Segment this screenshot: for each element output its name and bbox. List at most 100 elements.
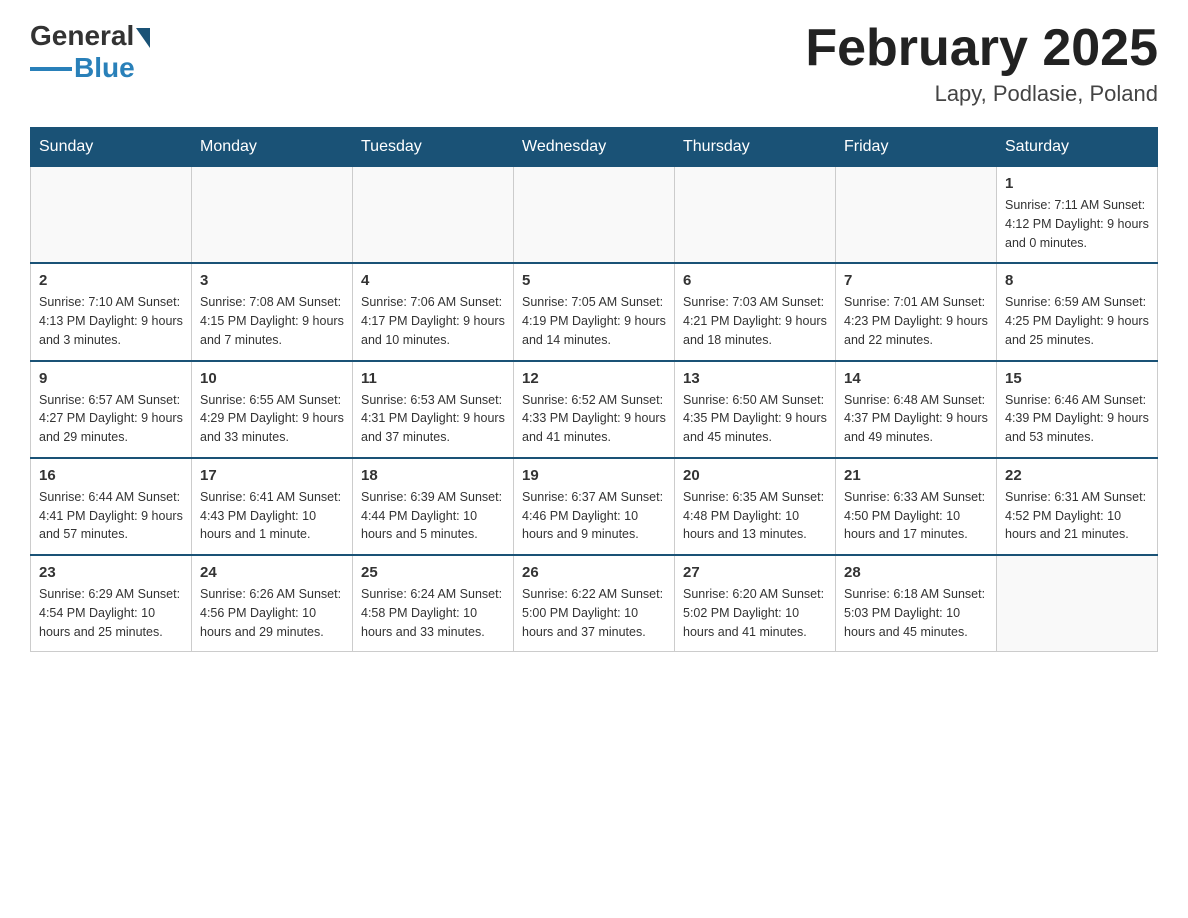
calendar-cell: 22 Sunrise: 6:31 AM Sunset: 4:52 PM Dayli… <box>997 458 1158 555</box>
calendar-cell: 28 Sunrise: 6:18 AM Sunset: 5:03 PM Dayli… <box>836 555 997 652</box>
day-info: Sunrise: 7:10 AM Sunset: 4:13 PM Dayligh… <box>39 293 183 349</box>
calendar-cell: 12 Sunrise: 6:52 AM Sunset: 4:33 PM Dayli… <box>514 361 675 458</box>
weekday-header-saturday: Saturday <box>997 128 1158 167</box>
calendar-cell: 16Sunrise: 6:44 AM Sunset: 4:41 PM Dayli… <box>31 458 192 555</box>
calendar-cell: 1Sunrise: 7:11 AM Sunset: 4:12 PM Daylig… <box>997 167 1158 264</box>
day-info: Sunrise: 6:57 AM Sunset: 4:27 PM Dayligh… <box>39 391 183 447</box>
day-info: Sunrise: 6:20 AM Sunset: 5:02 PM Dayligh… <box>683 585 827 641</box>
calendar-cell: 9 Sunrise: 6:57 AM Sunset: 4:27 PM Daylig… <box>31 361 192 458</box>
calendar-cell: 17 Sunrise: 6:41 AM Sunset: 4:43 PM Dayli… <box>192 458 353 555</box>
day-number: 10 <box>200 370 344 387</box>
calendar-cell: 19 Sunrise: 6:37 AM Sunset: 4:46 PM Dayli… <box>514 458 675 555</box>
calendar-cell: 3 Sunrise: 7:08 AM Sunset: 4:15 PM Daylig… <box>192 263 353 360</box>
calendar-cell <box>31 167 192 264</box>
day-number: 17 <box>200 467 344 484</box>
logo: General Blue <box>30 20 150 84</box>
day-number: 23 <box>39 564 183 581</box>
calendar-cell <box>997 555 1158 652</box>
calendar-cell: 18 Sunrise: 6:39 AM Sunset: 4:44 PM Dayli… <box>353 458 514 555</box>
month-title: February 2025 <box>805 20 1158 77</box>
day-number: 21 <box>844 467 988 484</box>
calendar-table: SundayMondayTuesdayWednesdayThursdayFrid… <box>30 127 1158 652</box>
day-info: Sunrise: 7:08 AM Sunset: 4:15 PM Dayligh… <box>200 293 344 349</box>
day-info: Sunrise: 6:31 AM Sunset: 4:52 PM Dayligh… <box>1005 488 1149 544</box>
title-block: February 2025 Lapy, Podlasie, Poland <box>805 20 1158 107</box>
day-info: Sunrise: 6:35 AM Sunset: 4:48 PM Dayligh… <box>683 488 827 544</box>
logo-arrow-icon <box>136 28 150 48</box>
calendar-cell: 13 Sunrise: 6:50 AM Sunset: 4:35 PM Dayli… <box>675 361 836 458</box>
day-number: 18 <box>361 467 505 484</box>
calendar-cell <box>836 167 997 264</box>
weekday-header-row: SundayMondayTuesdayWednesdayThursdayFrid… <box>31 128 1158 167</box>
calendar-cell: 27 Sunrise: 6:20 AM Sunset: 5:02 PM Dayli… <box>675 555 836 652</box>
calendar-cell: 5Sunrise: 7:05 AM Sunset: 4:19 PM Daylig… <box>514 263 675 360</box>
day-info: Sunrise: 6:55 AM Sunset: 4:29 PM Dayligh… <box>200 391 344 447</box>
calendar-cell: 4 Sunrise: 7:06 AM Sunset: 4:17 PM Daylig… <box>353 263 514 360</box>
calendar-week-row: 16Sunrise: 6:44 AM Sunset: 4:41 PM Dayli… <box>31 458 1158 555</box>
calendar-cell <box>353 167 514 264</box>
day-info: Sunrise: 7:03 AM Sunset: 4:21 PM Dayligh… <box>683 293 827 349</box>
day-number: 22 <box>1005 467 1149 484</box>
weekday-header-friday: Friday <box>836 128 997 167</box>
day-info: Sunrise: 6:37 AM Sunset: 4:46 PM Dayligh… <box>522 488 666 544</box>
day-info: Sunrise: 6:26 AM Sunset: 4:56 PM Dayligh… <box>200 585 344 641</box>
calendar-cell: 26Sunrise: 6:22 AM Sunset: 5:00 PM Dayli… <box>514 555 675 652</box>
day-info: Sunrise: 7:06 AM Sunset: 4:17 PM Dayligh… <box>361 293 505 349</box>
day-number: 15 <box>1005 370 1149 387</box>
logo-general-text: General <box>30 20 134 52</box>
location-subtitle: Lapy, Podlasie, Poland <box>805 81 1158 107</box>
page-header: General Blue February 2025 Lapy, Podlasi… <box>30 20 1158 107</box>
day-number: 19 <box>522 467 666 484</box>
day-info: Sunrise: 6:46 AM Sunset: 4:39 PM Dayligh… <box>1005 391 1149 447</box>
day-info: Sunrise: 6:59 AM Sunset: 4:25 PM Dayligh… <box>1005 293 1149 349</box>
calendar-week-row: 2 Sunrise: 7:10 AM Sunset: 4:13 PM Daylig… <box>31 263 1158 360</box>
day-info: Sunrise: 6:18 AM Sunset: 5:03 PM Dayligh… <box>844 585 988 641</box>
weekday-header-thursday: Thursday <box>675 128 836 167</box>
weekday-header-wednesday: Wednesday <box>514 128 675 167</box>
calendar-cell: 20 Sunrise: 6:35 AM Sunset: 4:48 PM Dayli… <box>675 458 836 555</box>
calendar-cell: 24 Sunrise: 6:26 AM Sunset: 4:56 PM Dayli… <box>192 555 353 652</box>
calendar-cell <box>675 167 836 264</box>
day-info: Sunrise: 6:33 AM Sunset: 4:50 PM Dayligh… <box>844 488 988 544</box>
day-number: 14 <box>844 370 988 387</box>
day-number: 3 <box>200 272 344 289</box>
calendar-cell: 15 Sunrise: 6:46 AM Sunset: 4:39 PM Dayli… <box>997 361 1158 458</box>
weekday-header-tuesday: Tuesday <box>353 128 514 167</box>
calendar-cell <box>514 167 675 264</box>
day-number: 20 <box>683 467 827 484</box>
day-info: Sunrise: 6:50 AM Sunset: 4:35 PM Dayligh… <box>683 391 827 447</box>
day-number: 25 <box>361 564 505 581</box>
weekday-header-sunday: Sunday <box>31 128 192 167</box>
calendar-week-row: 23 Sunrise: 6:29 AM Sunset: 4:54 PM Dayli… <box>31 555 1158 652</box>
day-number: 12 <box>522 370 666 387</box>
day-number: 8 <box>1005 272 1149 289</box>
day-number: 13 <box>683 370 827 387</box>
calendar-week-row: 1Sunrise: 7:11 AM Sunset: 4:12 PM Daylig… <box>31 167 1158 264</box>
day-info: Sunrise: 6:48 AM Sunset: 4:37 PM Dayligh… <box>844 391 988 447</box>
day-info: Sunrise: 7:01 AM Sunset: 4:23 PM Dayligh… <box>844 293 988 349</box>
calendar-cell: 14 Sunrise: 6:48 AM Sunset: 4:37 PM Dayli… <box>836 361 997 458</box>
calendar-cell: 8 Sunrise: 6:59 AM Sunset: 4:25 PM Daylig… <box>997 263 1158 360</box>
calendar-cell <box>192 167 353 264</box>
day-number: 6 <box>683 272 827 289</box>
day-number: 16 <box>39 467 183 484</box>
calendar-cell: 21 Sunrise: 6:33 AM Sunset: 4:50 PM Dayli… <box>836 458 997 555</box>
calendar-cell: 25 Sunrise: 6:24 AM Sunset: 4:58 PM Dayli… <box>353 555 514 652</box>
day-number: 2 <box>39 272 183 289</box>
calendar-cell: 7 Sunrise: 7:01 AM Sunset: 4:23 PM Daylig… <box>836 263 997 360</box>
day-info: Sunrise: 6:39 AM Sunset: 4:44 PM Dayligh… <box>361 488 505 544</box>
day-number: 9 <box>39 370 183 387</box>
day-number: 28 <box>844 564 988 581</box>
day-number: 7 <box>844 272 988 289</box>
day-info: Sunrise: 6:24 AM Sunset: 4:58 PM Dayligh… <box>361 585 505 641</box>
logo-bar <box>30 67 72 71</box>
calendar-cell: 6 Sunrise: 7:03 AM Sunset: 4:21 PM Daylig… <box>675 263 836 360</box>
day-info: Sunrise: 6:41 AM Sunset: 4:43 PM Dayligh… <box>200 488 344 544</box>
day-number: 24 <box>200 564 344 581</box>
day-info: Sunrise: 6:29 AM Sunset: 4:54 PM Dayligh… <box>39 585 183 641</box>
day-info: Sunrise: 6:52 AM Sunset: 4:33 PM Dayligh… <box>522 391 666 447</box>
day-number: 4 <box>361 272 505 289</box>
day-number: 27 <box>683 564 827 581</box>
day-number: 26 <box>522 564 666 581</box>
calendar-week-row: 9 Sunrise: 6:57 AM Sunset: 4:27 PM Daylig… <box>31 361 1158 458</box>
